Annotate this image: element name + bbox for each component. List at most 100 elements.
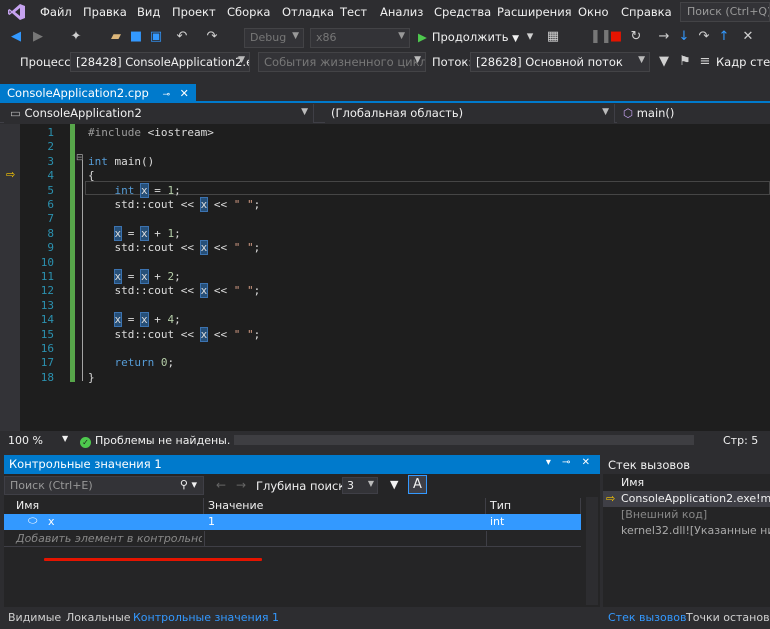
code-line[interactable]: return 0;	[88, 356, 175, 369]
call-stack-row[interactable]: [Внешний код]	[621, 508, 707, 521]
menu-test[interactable]: Тест	[340, 5, 367, 19]
search-depth-select[interactable]: 3 ▼	[342, 477, 378, 494]
filter-icon[interactable]: ▼	[656, 54, 672, 70]
quick-search-input[interactable]: Поиск (Ctrl+Q)	[680, 2, 770, 22]
code-line[interactable]: x = x + 2;	[88, 269, 181, 284]
solution-configuration-select[interactable]: Debug ▼	[244, 28, 304, 48]
menu-edit[interactable]: Правка	[83, 5, 127, 19]
menu-file[interactable]: Файл	[40, 5, 72, 19]
issues-indicator[interactable]: ✓ Проблемы не найдены.	[80, 434, 230, 448]
call-stack-title[interactable]: Стек вызовов	[603, 455, 770, 474]
screenshot-icon[interactable]: ▦	[545, 29, 561, 45]
menu-tools[interactable]: Средства	[434, 5, 491, 19]
code-line[interactable]: x = x + 4;	[88, 312, 181, 328]
save-icon[interactable]: ■	[128, 29, 144, 45]
add-watch-row[interactable]: Добавить элемент в контрольное ...	[4, 531, 581, 547]
collapse-icon[interactable]: ⊟	[76, 153, 84, 163]
watch-search-input[interactable]: Поиск (Ctrl+E) ⚲ ▾	[4, 476, 204, 495]
code-line[interactable]: std::cout << x << " ";	[88, 283, 260, 299]
add-watch-placeholder[interactable]: Добавить элемент в контрольное ...	[12, 531, 202, 546]
watch-panel-title[interactable]: Контрольные значения 1 ▾ ⊸ ✕	[4, 455, 600, 474]
line-number: 5	[47, 183, 54, 197]
line-number: 7	[47, 212, 54, 226]
code-line[interactable]: #include <iostream>	[88, 126, 214, 139]
menu-project[interactable]: Проект	[172, 5, 216, 19]
lifecycle-events-value: События жизненного цикла	[264, 55, 426, 69]
chevron-down-icon[interactable]: ▼	[62, 434, 68, 443]
pin-icon[interactable]: ⊸	[162, 90, 170, 100]
open-folder-icon[interactable]: ▰	[108, 29, 124, 45]
table-row[interactable]: ⬭ x 1 int	[4, 514, 581, 530]
chevron-down-icon: ▼	[398, 31, 405, 41]
code-line[interactable]: x = x + 1;	[88, 225, 181, 241]
call-stack-row[interactable]: kernel32.dll![Указанные ниже ф	[621, 524, 770, 537]
menu-build[interactable]: Сборка	[227, 5, 270, 19]
code-editor[interactable]: ⇨ ⊟ 1 2 3 4 5 6 7 8 9 10 11 12 13 14 15 16 17 18 #include…	[0, 124, 770, 431]
menu-window[interactable]: Окно	[578, 5, 609, 19]
watch-cell-value[interactable]: 1	[204, 514, 219, 529]
code-line[interactable]: {	[88, 169, 95, 182]
menu-debug[interactable]: Отладка	[282, 5, 334, 19]
tab-call-stack[interactable]: Стек вызовов	[608, 611, 686, 624]
tab-autos[interactable]: Видимые	[8, 611, 61, 624]
filter-icon[interactable]: ▼	[390, 478, 398, 491]
zoom-level[interactable]: 100 %	[8, 434, 43, 447]
member-select[interactable]: ⬡ main()	[617, 104, 770, 123]
stack-frame-label: Кадр стека:	[716, 55, 770, 69]
new-project-icon[interactable]: ✦	[68, 29, 84, 45]
tab-watch-1[interactable]: Контрольные значения 1	[133, 611, 279, 624]
tab-locals[interactable]: Локальные	[66, 611, 131, 624]
vertical-scrollbar[interactable]	[586, 497, 598, 605]
code-line[interactable]: int x = 1;	[88, 182, 181, 198]
solution-platform-select[interactable]: x86 ▼	[310, 28, 410, 48]
continue-button[interactable]: ▶ Продолжить ▼	[418, 30, 519, 44]
thread-options-icon[interactable]: ≡	[697, 54, 713, 70]
redo-icon[interactable]: ↷	[204, 29, 220, 45]
undo-icon[interactable]: ↶	[174, 29, 190, 45]
show-next-statement-icon[interactable]: →	[656, 29, 672, 45]
menu-analyze[interactable]: Анализ	[380, 5, 423, 19]
scope-select[interactable]: (Глобальная область) ▼	[325, 104, 615, 123]
code-line[interactable]: }	[88, 371, 95, 384]
document-tab[interactable]: ConsoleApplication2.cpp ⊸ ✕	[0, 84, 196, 103]
thread-select[interactable]: [28628] Основной поток ▼	[470, 52, 650, 72]
watch-cell-name[interactable]: x	[44, 514, 59, 529]
menu-view[interactable]: Вид	[137, 5, 160, 19]
back-icon[interactable]: ◀	[8, 29, 24, 45]
menu-extensions[interactable]: Расширения	[497, 5, 572, 19]
pause-icon[interactable]: ❚❚	[590, 29, 612, 45]
lifecycle-events-select[interactable]: События жизненного цикла ▼	[258, 52, 426, 72]
column-header-type[interactable]: Тип	[486, 498, 581, 514]
save-all-icon[interactable]: ▣	[148, 29, 164, 45]
line-number: 15	[40, 327, 54, 341]
column-header-value[interactable]: Значение	[204, 498, 486, 514]
stop-icon[interactable]: ■	[608, 29, 624, 45]
step-out-icon[interactable]: ↑	[716, 29, 732, 45]
code-line[interactable]: std::cout << x << " ";	[88, 326, 260, 342]
line-number: 12	[40, 284, 54, 298]
search-back-icon[interactable]: ←	[216, 478, 226, 492]
code-line[interactable]: int main()	[88, 155, 154, 168]
close-icon[interactable]: ✕	[180, 87, 189, 100]
project-select[interactable]: ▭ ConsoleApplication2 ▼	[4, 104, 314, 123]
call-stack-column-name[interactable]: Имя	[621, 476, 644, 489]
code-line[interactable]: std::cout << x << " ";	[88, 240, 260, 256]
process-select[interactable]: [28428] ConsoleApplication2.exe ▼	[70, 52, 250, 72]
code-line[interactable]: std::cout << x << " ";	[88, 197, 260, 212]
menu-help[interactable]: Справка	[621, 5, 672, 19]
forward-icon[interactable]: ▶	[30, 29, 46, 45]
flag-icon[interactable]: ⚑	[677, 54, 693, 70]
tab-breakpoints[interactable]: Точки останова	[686, 611, 770, 624]
call-stack-row[interactable]: ConsoleApplication2.exe!main	[621, 492, 770, 505]
horizontal-scrollbar[interactable]	[234, 435, 694, 445]
step-over-icon[interactable]: ↷	[696, 29, 712, 45]
column-header-name[interactable]: Имя	[4, 498, 204, 514]
step-into-icon[interactable]: ↓	[676, 29, 692, 45]
search-forward-icon[interactable]: →	[236, 478, 246, 492]
restart-icon[interactable]: ↻	[628, 29, 644, 45]
hex-display-icon[interactable]: ✕	[740, 29, 756, 45]
text-format-icon[interactable]: A	[408, 475, 427, 494]
document-tab-label: ConsoleApplication2.cpp	[7, 86, 149, 100]
panel-controls[interactable]: ▾ ⊸ ✕	[546, 457, 594, 468]
fire-icon[interactable]: ▾	[522, 29, 538, 45]
